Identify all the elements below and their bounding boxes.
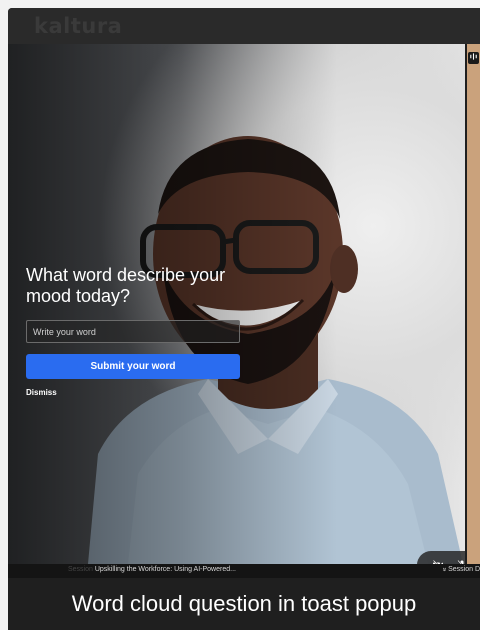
word-cloud-toast: What word describe your mood today? Subm… xyxy=(26,265,240,400)
caption-banner: Word cloud question in toast popup xyxy=(8,578,480,630)
audio-wave-icon xyxy=(468,52,479,64)
main-video-stage: What word describe your mood today? Subm… xyxy=(8,44,465,564)
app-window: kaltura What word describe your mood tod… xyxy=(8,8,480,630)
dismiss-link[interactable]: Dismiss xyxy=(26,388,57,397)
session-details-toggle[interactable]: » Session D xyxy=(440,566,480,573)
participant-tile[interactable] xyxy=(467,44,480,564)
media-controls xyxy=(417,551,465,564)
word-input[interactable] xyxy=(26,320,240,343)
session-footer: Session Upskilling the Workforce: Using … xyxy=(8,564,480,578)
top-bar: kaltura xyxy=(8,8,480,44)
submit-word-button[interactable]: Submit your word xyxy=(26,354,240,379)
toast-question: What word describe your mood today? xyxy=(26,265,226,306)
session-title: Session Upskilling the Workforce: Using … xyxy=(68,566,236,573)
kaltura-logo: kaltura xyxy=(34,14,123,38)
chevrons-down-icon: » xyxy=(440,567,448,572)
